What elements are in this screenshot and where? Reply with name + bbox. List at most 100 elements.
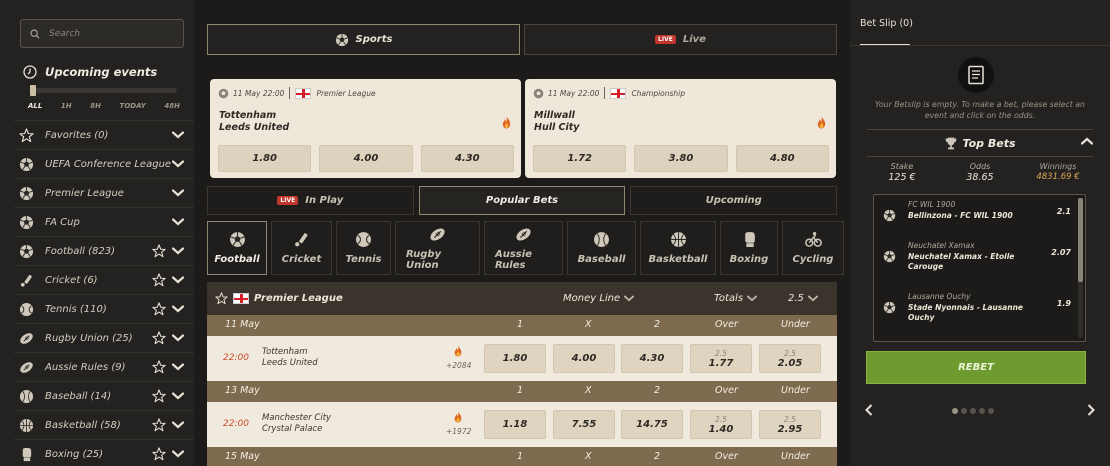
sport-tab-tennis[interactable]: Tennis — [336, 221, 391, 275]
sidebar-item-premier-league[interactable]: Premier League — [14, 178, 194, 207]
sidebar-item-cricket[interactable]: Cricket (6) — [14, 265, 194, 294]
sport-tab-aussie-rules[interactable]: Aussie Rules — [484, 221, 563, 275]
carousel-dot[interactable] — [952, 408, 958, 414]
sidebar-item-boxing[interactable]: Boxing (25) — [14, 439, 194, 466]
favorite-star-icon[interactable] — [152, 389, 166, 403]
chevron-down-icon[interactable] — [172, 131, 184, 139]
chevron-down-icon[interactable] — [172, 363, 184, 371]
odd-button-draw[interactable]: 7.55 — [553, 410, 615, 439]
odd-button-away[interactable]: 4.30 — [420, 145, 514, 172]
odd-button-draw[interactable]: 3.80 — [634, 145, 728, 172]
odd-button-draw[interactable]: 4.00 — [553, 344, 615, 373]
sport-tab-boxing[interactable]: Boxing — [720, 221, 778, 275]
odd-button-home[interactable]: 1.80 — [218, 145, 312, 172]
favorite-star-icon[interactable] — [152, 360, 166, 374]
chevron-down-icon[interactable] — [172, 421, 184, 429]
chevron-down-icon[interactable] — [172, 160, 184, 168]
chevron-left-icon[interactable] — [865, 404, 873, 416]
sport-tab-cricket[interactable]: Cricket — [271, 221, 332, 275]
favorite-star-icon[interactable] — [152, 273, 166, 287]
sidebar-item-label: Football (823) — [45, 245, 116, 257]
chevron-down-icon[interactable] — [172, 334, 184, 342]
sidebar-item-tennis[interactable]: Tennis (110) — [14, 294, 194, 323]
sport-tab-basketball[interactable]: Basketball — [640, 221, 716, 275]
search-box[interactable] — [20, 19, 184, 48]
scrollbar[interactable] — [1078, 198, 1083, 338]
bet-odd: 1.9 — [1056, 299, 1071, 308]
money-line-dropdown[interactable]: Money Line — [563, 293, 635, 304]
tab-sports[interactable]: Sports — [207, 24, 520, 55]
chevron-down-icon[interactable] — [172, 189, 184, 197]
chevron-down-icon — [747, 295, 758, 302]
star-icon — [19, 128, 34, 143]
carousel-dot[interactable] — [970, 408, 976, 414]
sport-tab-rugby-union[interactable]: Rugby Union — [395, 221, 480, 275]
time-filter-1h[interactable]: 1H — [61, 102, 72, 110]
tab-bet-slip[interactable]: Bet Slip (0) — [860, 18, 913, 29]
chevron-down-icon[interactable] — [172, 247, 184, 255]
sidebar-item-basketball[interactable]: Basketball (58) — [14, 410, 194, 439]
favorite-star-icon[interactable] — [152, 331, 166, 345]
time-slider-handle[interactable] — [30, 85, 36, 96]
chevron-right-icon[interactable] — [1087, 404, 1095, 416]
more-markets-count[interactable]: +2084 — [446, 361, 471, 370]
chevron-down-icon[interactable] — [172, 450, 184, 458]
time-filter-48h[interactable]: 48H — [164, 102, 180, 110]
chevron-down-icon[interactable] — [172, 392, 184, 400]
top-bets-header[interactable]: Top Bets — [867, 130, 1093, 156]
odd-button-away[interactable]: 4.80 — [735, 145, 829, 172]
upcoming-events-header: Upcoming events — [23, 65, 157, 79]
table-row[interactable]: 22:00 Manchester City Crystal Palace +19… — [207, 402, 837, 447]
tab-in-play[interactable]: LIVE In Play — [207, 186, 414, 215]
total-line-dropdown[interactable]: 2.5 — [788, 293, 818, 304]
odd-button-over[interactable]: 2.5 1.40 — [690, 410, 752, 439]
time-filter-8h[interactable]: 8H — [90, 102, 101, 110]
more-markets-count[interactable]: +1972 — [446, 427, 471, 436]
sidebar-item-aussie-rules[interactable]: Aussie Rules (9) — [14, 352, 194, 381]
chevron-down-icon[interactable] — [172, 218, 184, 226]
odd-button-over[interactable]: 2.5 1.77 — [690, 344, 752, 373]
carousel-dot[interactable] — [961, 408, 967, 414]
sidebar-item-rugby-union[interactable]: Rugby Union (25) — [14, 323, 194, 352]
favorite-star-icon[interactable] — [152, 418, 166, 432]
col-header-2: 2 — [654, 451, 661, 462]
odd-button-away[interactable]: 14.75 — [621, 410, 683, 439]
odd-button-home[interactable]: 1.18 — [484, 410, 546, 439]
time-filter-slider[interactable] — [30, 85, 177, 96]
sidebar-item-baseball[interactable]: Baseball (14) — [14, 381, 194, 410]
chevron-up-icon[interactable] — [1081, 137, 1093, 145]
tab-live[interactable]: LIVE Live — [524, 24, 837, 55]
odd-button-draw[interactable]: 4.00 — [319, 145, 413, 172]
favorite-star-icon[interactable] — [152, 447, 166, 461]
tab-upcoming[interactable]: Upcoming — [630, 186, 838, 215]
totals-dropdown[interactable]: Totals — [714, 293, 758, 304]
time-filter-all[interactable]: ALL — [28, 102, 42, 110]
sport-tab-baseball[interactable]: Baseball — [567, 221, 636, 275]
odd-button-under[interactable]: 2.5 2.05 — [759, 344, 821, 373]
rebet-button[interactable]: REBET — [866, 351, 1086, 384]
carousel-dot[interactable] — [988, 408, 994, 414]
favorite-star-icon[interactable] — [152, 302, 166, 316]
time-filter-today[interactable]: TODAY — [120, 102, 146, 110]
favorite-star-icon[interactable] — [152, 244, 166, 258]
sidebar-item-uefa-conference-league[interactable]: UEFA Conference League — [14, 149, 194, 178]
favorite-star-icon[interactable] — [215, 292, 228, 305]
odd-button-home[interactable]: 1.80 — [484, 344, 546, 373]
odd-button-home[interactable]: 1.72 — [533, 145, 627, 172]
list-item[interactable]: Lausanne Ouchy Stade Nyonnais - Lausanne… — [874, 287, 1074, 335]
odd-button-away[interactable]: 4.30 — [621, 344, 683, 373]
sidebar-item-football[interactable]: Football (823) — [14, 236, 194, 265]
list-item[interactable]: Neuchatel Xamax Neuchatel Xamax - Etoile… — [874, 236, 1074, 284]
sidebar-item-fa-cup[interactable]: FA Cup — [14, 207, 194, 236]
chevron-down-icon[interactable] — [172, 305, 184, 313]
table-row[interactable]: 22:00 Tottenham Leeds United +2084 1.80 … — [207, 336, 837, 381]
sport-tab-cycling[interactable]: Cycling — [782, 221, 844, 275]
sport-tab-football[interactable]: Football — [207, 221, 267, 275]
search-input[interactable] — [49, 28, 169, 39]
carousel-dot[interactable] — [979, 408, 985, 414]
scrollbar-thumb[interactable] — [1078, 198, 1083, 282]
sidebar-item-favorites[interactable]: Favorites (0) — [14, 120, 194, 149]
chevron-down-icon[interactable] — [172, 276, 184, 284]
odd-button-under[interactable]: 2.5 2.95 — [759, 410, 821, 439]
tab-popular-bets[interactable]: Popular Bets — [418, 186, 626, 215]
